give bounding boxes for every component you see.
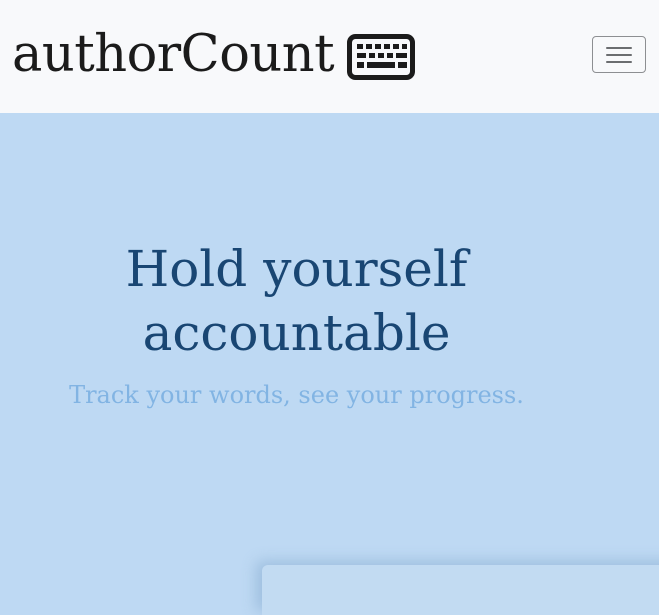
navbar: authorCount bbox=[0, 0, 659, 113]
brand-name: authorCount bbox=[12, 25, 335, 84]
hero-title: Hold yourself accountable bbox=[125, 240, 468, 362]
hero-section: Hold yourself accountable Track your wor… bbox=[0, 113, 659, 590]
brand-link[interactable]: authorCount bbox=[12, 18, 416, 92]
content-card-edge bbox=[262, 565, 659, 615]
hero-subtitle: Track your words, see your progress. bbox=[69, 381, 524, 409]
hamburger-menu-icon bbox=[606, 46, 632, 64]
keyboard-icon bbox=[347, 34, 416, 80]
navbar-toggler-button[interactable] bbox=[592, 36, 646, 73]
